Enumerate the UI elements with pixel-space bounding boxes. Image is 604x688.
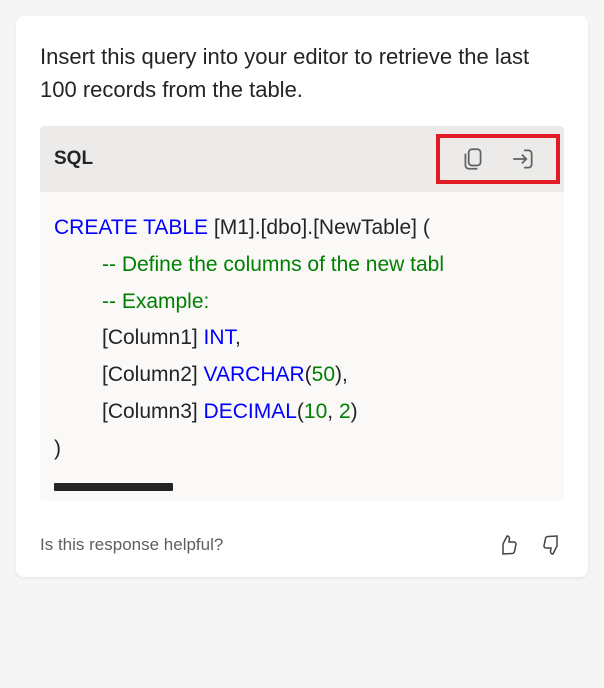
code-line: CREATE TABLE [M1].[dbo].[NewTable] ( bbox=[54, 210, 550, 247]
thumbs-down-icon bbox=[540, 533, 564, 557]
copy-button[interactable] bbox=[460, 146, 486, 172]
code-line: [Column1] INT, bbox=[54, 320, 550, 357]
thumbs-up-button[interactable] bbox=[496, 533, 520, 557]
horizontal-scrollbar[interactable] bbox=[54, 483, 550, 491]
thumbs-up-icon bbox=[496, 533, 520, 557]
code-header: SQL bbox=[40, 126, 564, 192]
feedback-row: Is this response helpful? bbox=[40, 533, 564, 557]
code-body: CREATE TABLE [M1].[dbo].[NewTable] ( -- … bbox=[40, 192, 564, 477]
code-line: [Column2] VARCHAR(50), bbox=[54, 357, 550, 394]
code-line: -- Define the columns of the new tabl bbox=[54, 247, 550, 284]
copilot-response-card: Insert this query into your editor to re… bbox=[16, 16, 588, 577]
code-line: [Column3] DECIMAL(10, 2) bbox=[54, 394, 550, 431]
insert-button[interactable] bbox=[510, 146, 536, 172]
feedback-actions bbox=[496, 533, 564, 557]
intro-text: Insert this query into your editor to re… bbox=[40, 40, 564, 106]
code-line: ) bbox=[54, 431, 550, 468]
code-block: SQL CREATE TABLE [M1].[db bbox=[40, 126, 564, 501]
insert-icon bbox=[510, 146, 536, 172]
thumbs-down-button[interactable] bbox=[540, 533, 564, 557]
code-actions-highlight bbox=[436, 134, 560, 184]
code-language-label: SQL bbox=[54, 148, 93, 170]
copy-icon bbox=[460, 146, 486, 172]
scrollbar-thumb[interactable] bbox=[54, 483, 173, 491]
code-line: -- Example: bbox=[54, 284, 550, 321]
feedback-prompt: Is this response helpful? bbox=[40, 535, 223, 555]
